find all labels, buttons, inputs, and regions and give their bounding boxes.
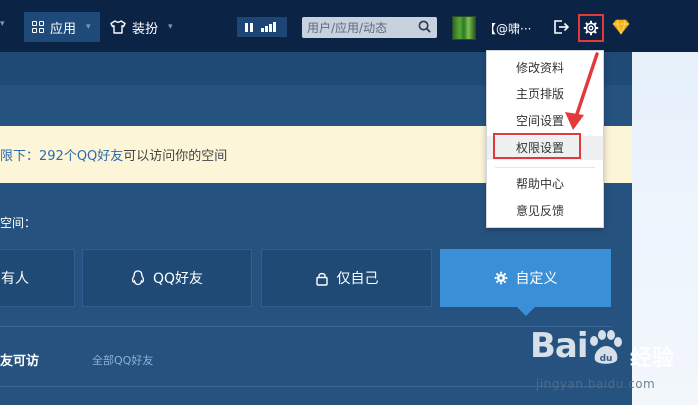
watermark-cn: 经验	[630, 346, 675, 371]
notice-suffix: 可以访问你的空间	[123, 149, 228, 164]
option-qq-friends-label: QQ好友	[152, 271, 204, 287]
avatar[interactable]	[452, 16, 476, 40]
gear-small-icon	[494, 271, 507, 285]
top-nav-bar: ▾ 应用 ▾ 装扮 ▾ 【@啸···	[0, 0, 698, 52]
diamond-icon[interactable]	[612, 19, 630, 35]
watermark-url: jingyan.baidu.com	[536, 377, 656, 391]
outfit-label: 装扮	[132, 21, 159, 37]
menu-item-help-center[interactable]: 帮助中心	[487, 172, 603, 196]
watermark-logo: Bai	[530, 326, 589, 366]
search-box	[302, 17, 437, 38]
pause-icon[interactable]	[245, 22, 253, 32]
baidu-watermark: Bai du 经验 jingyan.baidu.com	[530, 326, 690, 401]
annotation-arrow-icon	[565, 52, 599, 130]
chevron-down-icon: ▾	[86, 22, 91, 32]
apps-label: 应用	[50, 21, 77, 37]
outfit-menu-button[interactable]: 装扮 ▾	[108, 12, 173, 42]
chevron-down-icon: ▾	[168, 22, 173, 32]
apps-menu-button[interactable]: 应用 ▾	[24, 12, 100, 42]
notice-prefix: 限下：	[0, 149, 40, 164]
notice-friends-link[interactable]: 292个QQ好友	[39, 149, 123, 164]
chevron-down-icon[interactable]: ▾	[0, 19, 5, 29]
option-everyone-label: 有人	[1, 271, 29, 287]
option-everyone[interactable]: 有人	[0, 249, 75, 307]
svg-text:du: du	[600, 354, 613, 364]
option-custom[interactable]: 自定义	[440, 249, 611, 307]
search-input[interactable]	[307, 18, 417, 37]
settings-button[interactable]	[578, 14, 604, 42]
lock-icon	[315, 272, 328, 286]
option-self-only-label: 仅自己	[336, 271, 379, 287]
friends-visible-label: 友可访	[0, 354, 40, 369]
menu-item-feedback[interactable]: 意见反馈	[487, 199, 603, 223]
paw-icon: du	[590, 330, 622, 364]
option-custom-label: 自定义	[515, 271, 558, 287]
tshirt-icon	[110, 20, 126, 34]
qq-penguin-icon	[131, 270, 145, 286]
friends-visible-sub[interactable]: 全部QQ好友	[92, 352, 153, 368]
option-self-only[interactable]: 仅自己	[261, 249, 432, 307]
bars-icon[interactable]	[261, 22, 276, 32]
search-icon[interactable]	[418, 20, 431, 33]
music-controls	[237, 17, 287, 37]
logout-icon[interactable]	[552, 18, 570, 36]
username[interactable]: 【@啸···	[484, 20, 531, 37]
option-qq-friends[interactable]: QQ好友	[82, 249, 252, 307]
apps-grid-icon	[32, 21, 44, 33]
selected-pointer	[517, 307, 535, 316]
section-label: 空间：	[0, 216, 37, 230]
divider	[0, 386, 612, 387]
gear-icon	[583, 20, 599, 36]
menu-separator	[495, 167, 595, 168]
divider	[0, 326, 612, 327]
